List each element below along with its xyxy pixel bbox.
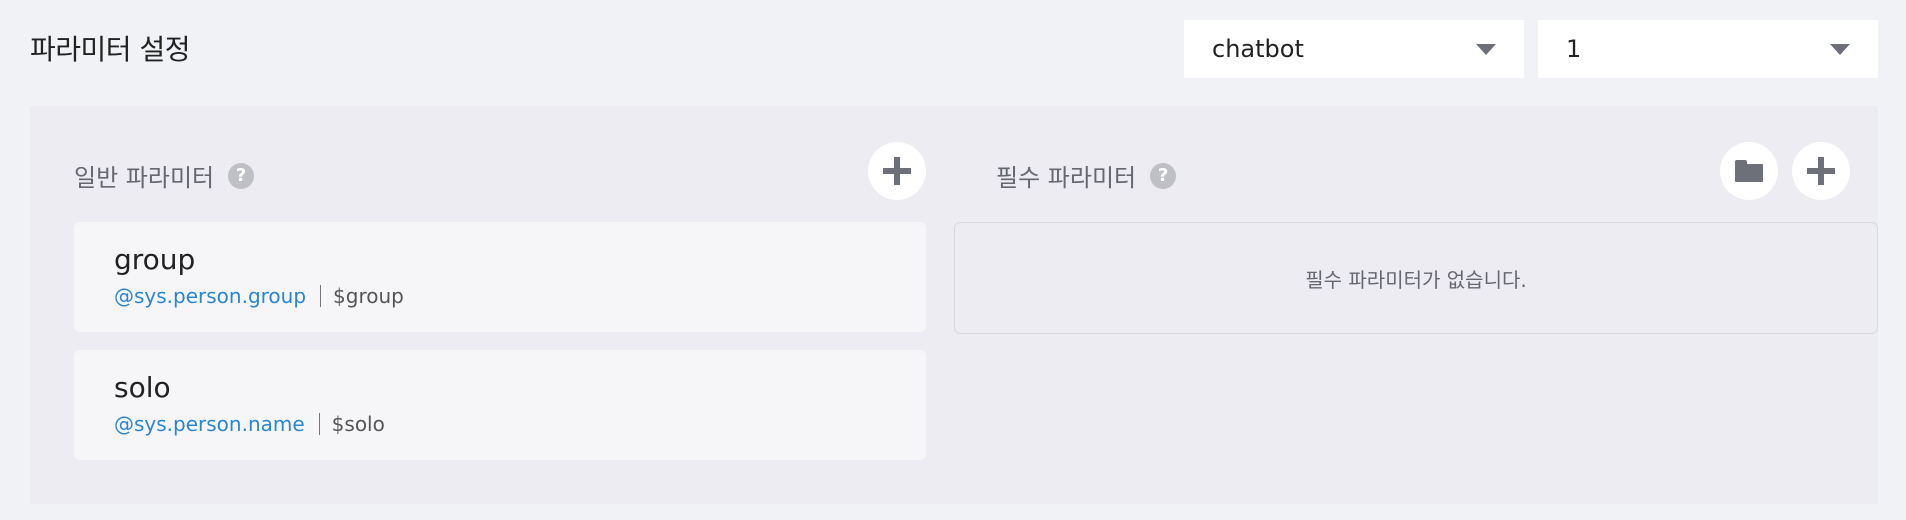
question-circle-icon[interactable]: ? bbox=[228, 162, 255, 189]
parameter-entity[interactable]: @sys.person.name bbox=[114, 412, 305, 436]
divider bbox=[320, 285, 322, 307]
parameter-name: solo bbox=[114, 371, 171, 404]
divider bbox=[318, 413, 320, 435]
import-folder-button[interactable] bbox=[1720, 142, 1778, 200]
parameter-name: group bbox=[114, 243, 196, 276]
bot-select[interactable]: chatbot bbox=[1184, 20, 1524, 78]
required-parameters-heading: 필수 파라미터 ? bbox=[996, 158, 1177, 193]
folder-icon bbox=[1735, 160, 1763, 182]
page-title: 파라미터 설정 bbox=[30, 33, 190, 66]
add-general-parameter-button[interactable] bbox=[868, 142, 926, 200]
empty-message: 필수 파라미터가 없습니다. bbox=[1305, 267, 1527, 292]
parameter-meta: @sys.person.group $group bbox=[114, 284, 886, 308]
parameter-card[interactable]: group @sys.person.group $group bbox=[74, 222, 926, 332]
required-parameters-empty-state: 필수 파라미터가 없습니다. bbox=[954, 222, 1878, 334]
general-parameters-title: 일반 파라미터 bbox=[74, 164, 215, 192]
version-select-value: 1 bbox=[1566, 35, 1582, 63]
plus-icon bbox=[883, 157, 911, 185]
add-required-parameter-button[interactable] bbox=[1792, 142, 1850, 200]
version-select[interactable]: 1 bbox=[1538, 20, 1878, 78]
parameter-variable: $solo bbox=[331, 412, 385, 436]
caret-down-icon bbox=[1830, 43, 1850, 55]
general-parameters-heading: 일반 파라미터 ? bbox=[74, 158, 255, 193]
bot-select-value: chatbot bbox=[1212, 35, 1304, 63]
caret-down-icon bbox=[1476, 43, 1496, 55]
required-parameters-title: 필수 파라미터 bbox=[996, 164, 1137, 192]
plus-icon bbox=[1807, 157, 1835, 185]
parameter-variable: $group bbox=[333, 284, 404, 308]
parameter-entity[interactable]: @sys.person.group bbox=[114, 284, 306, 308]
parameter-meta: @sys.person.name $solo bbox=[114, 412, 886, 436]
question-circle-icon[interactable]: ? bbox=[1150, 162, 1177, 189]
parameter-panel: 일반 파라미터 ? group @sys.person.group $group… bbox=[30, 106, 1878, 504]
parameter-card[interactable]: solo @sys.person.name $solo bbox=[74, 350, 926, 460]
